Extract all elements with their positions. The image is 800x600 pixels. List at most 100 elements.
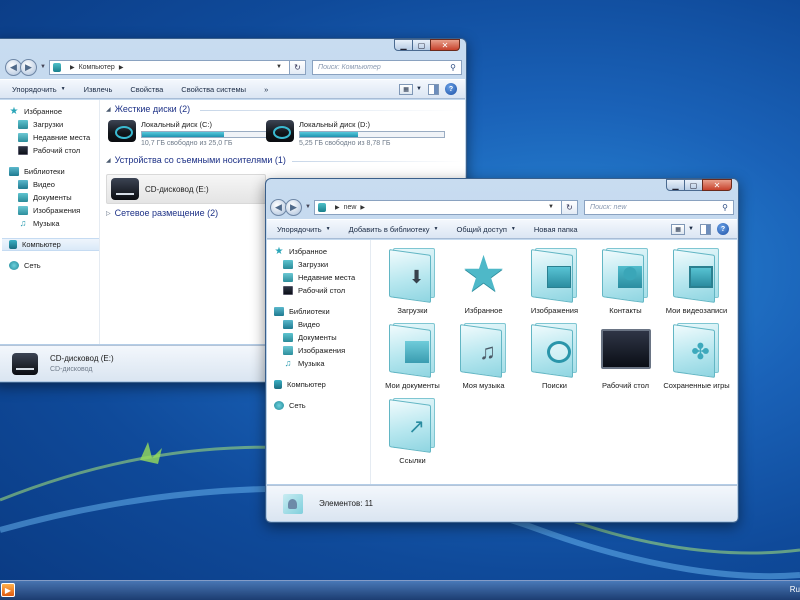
video-library-icon: [283, 320, 293, 329]
nav-video[interactable]: Видео: [267, 318, 370, 331]
nav-documents[interactable]: Документы: [267, 331, 370, 344]
nav-favorites[interactable]: ★ Избранное: [2, 105, 99, 118]
folder-label: Сохраненные игры: [663, 381, 730, 390]
group-header-network[interactable]: ▷ Сетевое размещение (2): [106, 208, 218, 218]
language-indicator[interactable]: Ru: [790, 585, 800, 594]
nav-recent-places[interactable]: Недавние места: [267, 271, 370, 284]
recent-pages-dropdown[interactable]: ▼: [40, 64, 46, 70]
cd-drive-icon: [111, 178, 139, 200]
preview-pane-button[interactable]: [428, 83, 439, 95]
help-button[interactable]: ?: [445, 83, 457, 95]
nav-video[interactable]: Видео: [2, 178, 99, 191]
folder-links[interactable]: ↗ Ссылки: [377, 396, 448, 465]
divider: [200, 110, 460, 111]
recent-pages-dropdown[interactable]: ▼: [305, 204, 311, 210]
expand-arrow-icon: ▷: [106, 210, 111, 217]
close-button[interactable]: ✕: [430, 39, 460, 51]
more-commands-button[interactable]: »: [264, 85, 268, 94]
nav-label: Сеть: [289, 401, 306, 410]
favorites-star-icon: ★: [461, 246, 506, 302]
folder-downloads[interactable]: ⬇ Загрузки: [377, 246, 448, 315]
folder-saved-games[interactable]: ✤ Сохраненные игры: [661, 321, 732, 390]
nav-libraries[interactable]: Библиотеки: [267, 305, 370, 318]
address-box[interactable]: ▶ Компьютер ▶ ▼: [48, 59, 290, 75]
searches-folder-icon: [527, 321, 583, 378]
folder-pictures[interactable]: Изображения: [519, 246, 590, 315]
nav-libraries[interactable]: Библиотеки: [2, 165, 99, 178]
view-dropdown-icon[interactable]: ▼: [688, 226, 694, 232]
nav-downloads[interactable]: Загрузки: [2, 118, 99, 131]
organize-button[interactable]: Упорядочить ▼: [277, 225, 331, 234]
minimize-button[interactable]: ▁: [394, 39, 413, 51]
group-header-hdd[interactable]: ◢ Жесткие диски (2): [106, 104, 190, 114]
chevron-right-icon[interactable]: ▶: [70, 64, 75, 71]
nav-computer[interactable]: Компьютер: [267, 378, 370, 391]
properties-button[interactable]: Свойства: [130, 85, 163, 94]
refresh-button[interactable]: ↻: [290, 59, 306, 75]
folder-favorites[interactable]: ★ Избранное: [448, 246, 519, 315]
drive-d[interactable]: Локальный диск (D:) 5,25 ГБ свободно из …: [266, 120, 445, 147]
refresh-button[interactable]: ↻: [562, 199, 578, 215]
minimize-button[interactable]: ▁: [666, 179, 685, 191]
change-view-button[interactable]: ▦: [671, 223, 686, 235]
nav-desktop[interactable]: Рабочий стол: [2, 144, 99, 157]
nav-desktop[interactable]: Рабочий стол: [267, 284, 370, 297]
folder-desktop[interactable]: Рабочий стол: [590, 321, 661, 390]
new-folder-window[interactable]: ▁ ▢ ✕ ◀ ▶ ▼ ▶ new ▶ ▼ ↻ Поиск: new ⚲ Упо…: [265, 178, 739, 523]
nav-pictures[interactable]: Изображения: [2, 204, 99, 217]
system-properties-button[interactable]: Свойства системы: [181, 85, 246, 94]
nav-network[interactable]: Сеть: [267, 399, 370, 412]
address-dropdown-icon[interactable]: ▼: [548, 204, 554, 210]
search-input[interactable]: Поиск: new ⚲: [584, 199, 734, 215]
folder-label: Загрузки: [397, 306, 428, 315]
address-dropdown-icon[interactable]: ▼: [276, 64, 282, 70]
nav-favorites[interactable]: ★ Избранное: [267, 245, 370, 258]
view-dropdown-icon[interactable]: ▼: [416, 86, 422, 92]
folder-contacts[interactable]: Контакты: [590, 246, 661, 315]
forward-button[interactable]: ▶: [285, 198, 302, 216]
nav-label: Загрузки: [33, 120, 64, 129]
organize-button[interactable]: Упорядочить ▼: [12, 85, 66, 94]
add-to-library-button[interactable]: Добавить в библиотеку ▼: [349, 225, 439, 234]
search-input[interactable]: Поиск: Компьютер ⚲: [312, 59, 462, 75]
chevron-right-icon[interactable]: ▶: [335, 204, 340, 211]
breadcrumb-new[interactable]: new: [344, 204, 357, 211]
eject-button[interactable]: Извлечь: [84, 85, 113, 94]
help-button[interactable]: ?: [717, 223, 729, 235]
breadcrumb-computer[interactable]: Компьютер: [79, 64, 115, 71]
nav-music[interactable]: ♫ Музыка: [267, 357, 370, 370]
maximize-button[interactable]: ▢: [684, 179, 703, 191]
maximize-button[interactable]: ▢: [412, 39, 431, 51]
nav-network[interactable]: Сеть: [2, 259, 99, 272]
new-folder-button[interactable]: Новая папка: [534, 225, 578, 234]
chevron-right-icon[interactable]: ▶: [119, 64, 124, 71]
navigation-pane: ★ Избранное Загрузки Недавние места Рабоч…: [0, 100, 100, 344]
search-icon: ⚲: [450, 62, 456, 72]
media-player-taskbar-icon[interactable]: ▶: [1, 583, 15, 597]
nav-label: Рабочий стол: [298, 286, 346, 295]
folder-searches[interactable]: Поиски: [519, 321, 590, 390]
nav-documents[interactable]: Документы: [2, 191, 99, 204]
nav-recent-places[interactable]: Недавние места: [2, 131, 99, 144]
desktop-icon: [18, 146, 28, 155]
nav-music[interactable]: ♫ Музыка: [2, 217, 99, 230]
group-header-removable[interactable]: ◢ Устройства со съемными носителями (1): [106, 155, 286, 165]
close-button[interactable]: ✕: [702, 179, 732, 191]
nav-pictures[interactable]: Изображения: [267, 344, 370, 357]
folder-music[interactable]: ♫ Моя музыка: [448, 321, 519, 390]
change-view-button[interactable]: ▦: [399, 83, 414, 95]
preview-pane-button[interactable]: [700, 223, 711, 235]
folder-videos[interactable]: Мои видеозаписи: [661, 246, 732, 315]
nav-label: Документы: [298, 333, 337, 342]
share-with-button[interactable]: Общий доступ ▼: [457, 225, 516, 234]
address-box[interactable]: ▶ new ▶ ▼: [313, 199, 562, 215]
drive-c[interactable]: Локальный диск (C:) 10,7 ГБ свободно из …: [108, 120, 287, 147]
chevron-right-icon[interactable]: ▶: [360, 204, 365, 211]
forward-button[interactable]: ▶: [20, 58, 37, 76]
nav-label: Недавние места: [33, 133, 91, 142]
navigation-pane: ★ Избранное Загрузки Недавние места Рабоч…: [267, 240, 371, 484]
folder-documents[interactable]: Мои документы: [377, 321, 448, 390]
cd-drive-e[interactable]: CD-дисковод (E:): [106, 174, 266, 204]
nav-downloads[interactable]: Загрузки: [267, 258, 370, 271]
nav-computer[interactable]: Компьютер: [2, 238, 99, 251]
